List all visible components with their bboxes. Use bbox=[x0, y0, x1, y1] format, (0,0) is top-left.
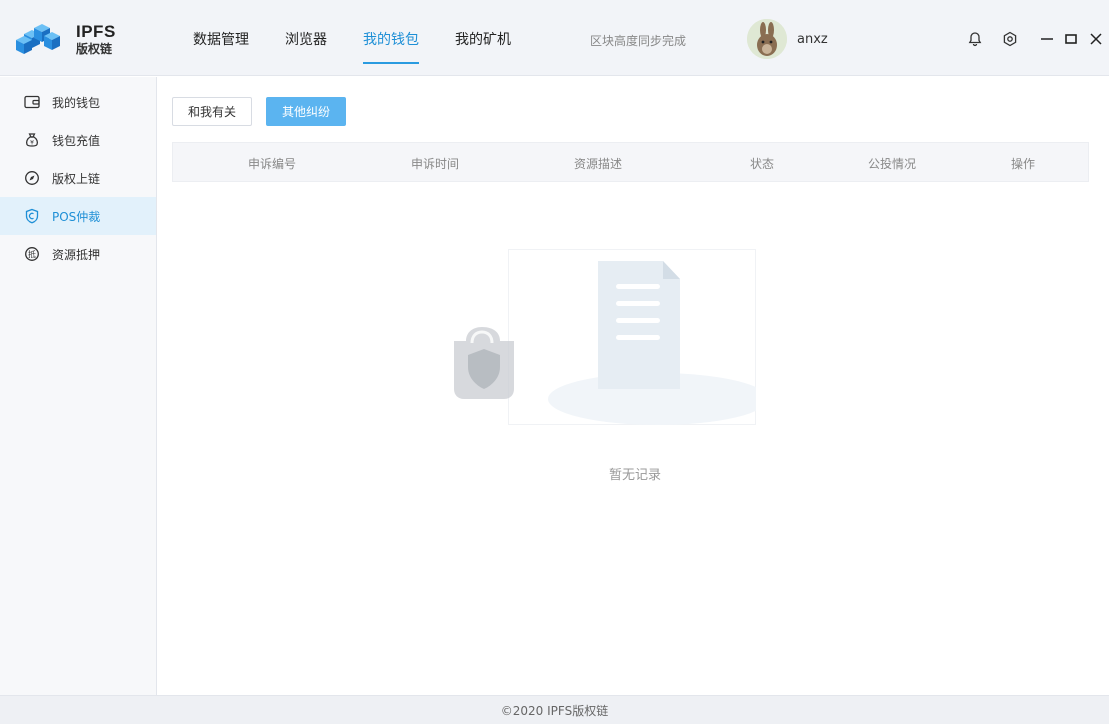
watermark-logo-icon bbox=[454, 327, 514, 399]
column-header-resource-desc: 资源描述 bbox=[573, 157, 623, 171]
column-header-appeal-time: 申诉时间 bbox=[410, 157, 460, 171]
shield-icon bbox=[24, 208, 40, 224]
table-header: 申诉编号 申诉时间 资源描述 状态 公投情况 操作 bbox=[172, 142, 1089, 182]
sidebar-item-resource-pledge[interactable]: 抵 资源抵押 bbox=[0, 235, 156, 273]
cubes-logo-icon bbox=[16, 24, 60, 54]
sidebar-item-label: 钱包充值 bbox=[52, 133, 101, 148]
maximize-icon[interactable] bbox=[1062, 30, 1080, 48]
main-content: 和我有关 其他纠纷 申诉编号 申诉时间 资源描述 状态 公投情况 操作 暂无记录 bbox=[157, 77, 1109, 695]
tab-other-disputes[interactable]: 其他纠纷 bbox=[266, 97, 346, 126]
empty-state-text: 暂无记录 bbox=[608, 468, 662, 483]
app-header: IPFS 版权链 数据管理 浏览器 我的钱包 我的矿机 区块高度同步完成 anx… bbox=[0, 0, 1109, 76]
compass-icon bbox=[24, 170, 40, 186]
sidebar-item-label: 版权上链 bbox=[52, 171, 101, 186]
column-header-appeal-id: 申诉编号 bbox=[247, 157, 297, 171]
column-header-status: 状态 bbox=[749, 157, 775, 171]
sidebar-item-copyright-chain[interactable]: 版权上链 bbox=[0, 159, 156, 197]
settings-icon[interactable] bbox=[1001, 30, 1019, 48]
bell-icon[interactable] bbox=[966, 30, 984, 48]
column-header-actions: 操作 bbox=[1010, 157, 1036, 171]
footer: ©2020 IPFS版权链 bbox=[0, 695, 1109, 724]
username[interactable]: anxz bbox=[797, 32, 828, 47]
sidebar-item-label: 我的钱包 bbox=[52, 95, 101, 110]
svg-text:¥: ¥ bbox=[30, 139, 34, 146]
app-logo: IPFS 版权链 bbox=[14, 22, 116, 56]
sync-status-text: 区块高度同步完成 bbox=[590, 34, 687, 48]
sidebar-item-label: POS仲裁 bbox=[52, 209, 101, 224]
money-bag-icon: ¥ bbox=[24, 132, 40, 148]
nav-active-indicator bbox=[363, 62, 419, 64]
sidebar-item-label: 资源抵押 bbox=[52, 247, 101, 262]
column-header-vote-status: 公投情况 bbox=[867, 157, 917, 171]
nav-browser[interactable]: 浏览器 bbox=[285, 29, 327, 49]
tab-related-to-me[interactable]: 和我有关 bbox=[172, 97, 252, 126]
nav-my-wallet[interactable]: 我的钱包 bbox=[363, 29, 419, 49]
pledge-icon: 抵 bbox=[24, 246, 40, 262]
close-icon[interactable] bbox=[1087, 30, 1105, 48]
rabbit-avatar-icon bbox=[747, 19, 787, 59]
logo-title: IPFS bbox=[76, 22, 116, 41]
copyright-text: ©2020 IPFS版权链 bbox=[500, 703, 609, 718]
minimize-icon[interactable] bbox=[1038, 30, 1056, 48]
sidebar: 我的钱包 ¥ 钱包充值 版权上链 POS仲裁 抵 资源抵押 bbox=[0, 77, 157, 695]
nav-data-management[interactable]: 数据管理 bbox=[193, 29, 249, 49]
sidebar-item-recharge[interactable]: ¥ 钱包充值 bbox=[0, 121, 156, 159]
sidebar-item-my-wallet[interactable]: 我的钱包 bbox=[0, 83, 156, 121]
wallet-icon bbox=[24, 94, 40, 110]
sidebar-item-pos-arbitration[interactable]: POS仲裁 bbox=[0, 197, 156, 235]
nav-my-miner[interactable]: 我的矿机 bbox=[455, 29, 511, 49]
user-avatar[interactable] bbox=[747, 19, 787, 59]
logo-subtitle: 版权链 bbox=[76, 42, 113, 56]
svg-text:抵: 抵 bbox=[28, 249, 36, 259]
